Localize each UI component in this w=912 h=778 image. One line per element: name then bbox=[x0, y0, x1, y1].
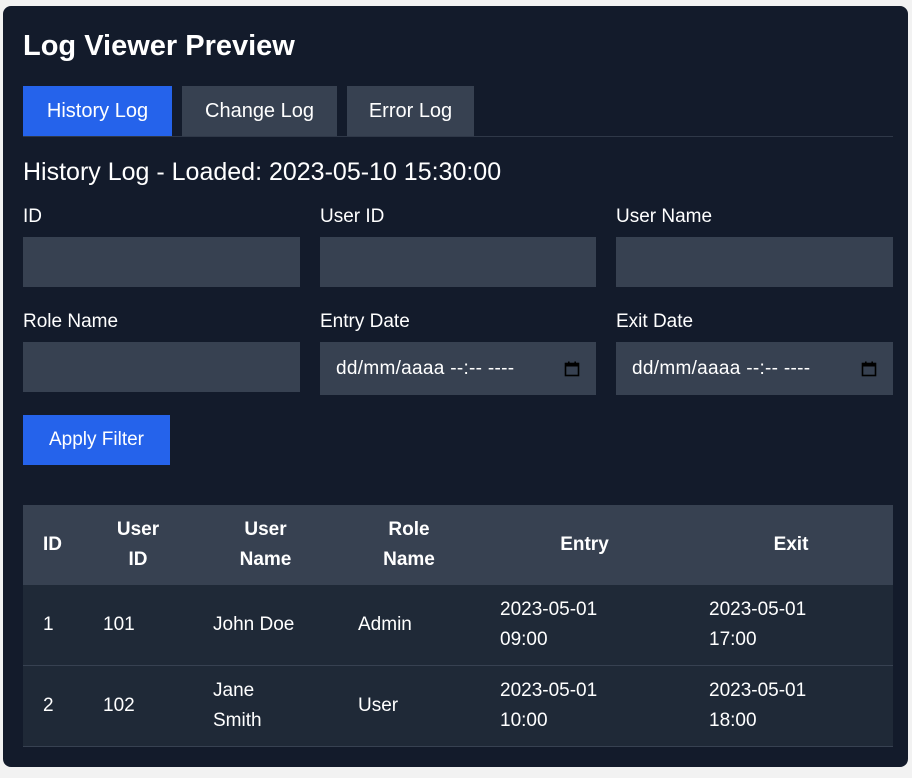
log-viewer-panel: Log Viewer Preview History Log Change Lo… bbox=[3, 6, 908, 767]
tab-bar: History Log Change Log Error Log bbox=[23, 86, 893, 137]
cell-text: 2023-05-01 bbox=[500, 680, 598, 701]
cell-text: User bbox=[358, 695, 399, 716]
entry-date-input[interactable]: dd/mm/aaaa --:-- ---- bbox=[320, 342, 596, 395]
cell-text: 09:00 bbox=[500, 629, 548, 650]
entry-date-filter-label: Entry Date bbox=[320, 311, 410, 332]
tab-error-log[interactable]: Error Log bbox=[347, 86, 474, 136]
exit-date-filter-label: Exit Date bbox=[616, 311, 694, 332]
cell-id: 1 bbox=[23, 585, 83, 666]
cell-text: John Doe bbox=[213, 614, 295, 635]
cell-entry: 2023-05-01 10:00 bbox=[480, 665, 689, 747]
cell-text: 2 bbox=[43, 695, 54, 716]
header-entry-line-1: Entry bbox=[560, 534, 609, 555]
cell-id: 2 bbox=[23, 665, 83, 747]
calendar-icon[interactable] bbox=[861, 361, 877, 377]
table-header-row: ID User ID User Name Role Name Entry Exit bbox=[23, 505, 893, 585]
cell-text: Jane bbox=[213, 680, 255, 701]
entry-date-placeholder: dd/mm/aaaa --:-- ---- bbox=[336, 357, 515, 379]
header-entry: Entry bbox=[480, 505, 689, 585]
header-role-name-line-1: Role bbox=[388, 519, 430, 540]
calendar-icon[interactable] bbox=[564, 361, 580, 377]
cell-user-name: Jane Smith bbox=[193, 665, 338, 747]
cell-text: Admin bbox=[358, 614, 412, 635]
cell-text: 2023-05-01 bbox=[709, 680, 807, 701]
user-id-filter-label: User ID bbox=[320, 206, 385, 227]
id-filter-input[interactable] bbox=[23, 237, 300, 287]
header-user-name: User Name bbox=[193, 505, 338, 585]
user-name-filter-input[interactable] bbox=[616, 237, 893, 287]
header-user-name-line-1: User bbox=[244, 519, 287, 540]
cell-text: 102 bbox=[103, 695, 135, 716]
header-id: ID bbox=[23, 505, 83, 585]
cell-text: 17:00 bbox=[709, 629, 757, 650]
cell-exit: 2023-05-01 18:00 bbox=[689, 665, 893, 747]
cell-user-id: 101 bbox=[83, 585, 193, 666]
exit-date-placeholder: dd/mm/aaaa --:-- ---- bbox=[632, 357, 811, 379]
cell-entry: 2023-05-01 09:00 bbox=[480, 585, 689, 666]
header-id-line-1: ID bbox=[43, 534, 62, 555]
cell-text: 101 bbox=[103, 614, 135, 635]
header-user-id-line-1: User bbox=[116, 519, 160, 540]
cell-text: Smith bbox=[213, 710, 262, 731]
id-filter-label: ID bbox=[23, 206, 42, 227]
header-user-id-line-2: ID bbox=[128, 549, 148, 570]
table-row: 1 101 John Doe Admin 2023-05-01 09:00 202… bbox=[23, 585, 893, 666]
cell-text: 1 bbox=[43, 614, 54, 635]
header-exit-line-1: Exit bbox=[773, 534, 809, 555]
apply-filter-button[interactable]: Apply Filter bbox=[23, 415, 170, 465]
user-id-filter-input[interactable] bbox=[320, 237, 596, 287]
role-name-filter-input[interactable] bbox=[23, 342, 300, 392]
cell-role-name: Admin bbox=[338, 585, 480, 666]
header-user-name-line-2: Name bbox=[239, 549, 292, 570]
history-log-table: ID User ID User Name Role Name Entry Exit 1… bbox=[23, 505, 893, 747]
cell-user-name: John Doe bbox=[193, 585, 338, 666]
exit-date-input[interactable]: dd/mm/aaaa --:-- ---- bbox=[616, 342, 893, 395]
cell-role-name: User bbox=[338, 665, 480, 747]
cell-text: 2023-05-01 bbox=[709, 599, 807, 620]
section-heading: History Log - Loaded: 2023-05-10 15:30:0… bbox=[23, 158, 502, 186]
tab-history-log[interactable]: History Log bbox=[23, 86, 172, 136]
cell-exit: 2023-05-01 17:00 bbox=[689, 585, 893, 666]
role-name-filter-label: Role Name bbox=[23, 311, 119, 332]
cell-text: 18:00 bbox=[709, 710, 757, 731]
table-row: 2 102 Jane Smith User 2023-05-01 10:00 202… bbox=[23, 665, 893, 747]
cell-user-id: 102 bbox=[83, 665, 193, 747]
tab-change-log[interactable]: Change Log bbox=[182, 86, 337, 136]
header-role-name: Role Name bbox=[338, 505, 480, 585]
header-role-name-line-2: Name bbox=[383, 549, 435, 570]
header-user-id: User ID bbox=[83, 505, 193, 585]
user-name-filter-label: User Name bbox=[616, 206, 713, 227]
page-title: Log Viewer Preview bbox=[23, 30, 295, 62]
header-exit: Exit bbox=[689, 505, 893, 585]
cell-text: 2023-05-01 bbox=[500, 599, 598, 620]
cell-text: 10:00 bbox=[500, 710, 548, 731]
